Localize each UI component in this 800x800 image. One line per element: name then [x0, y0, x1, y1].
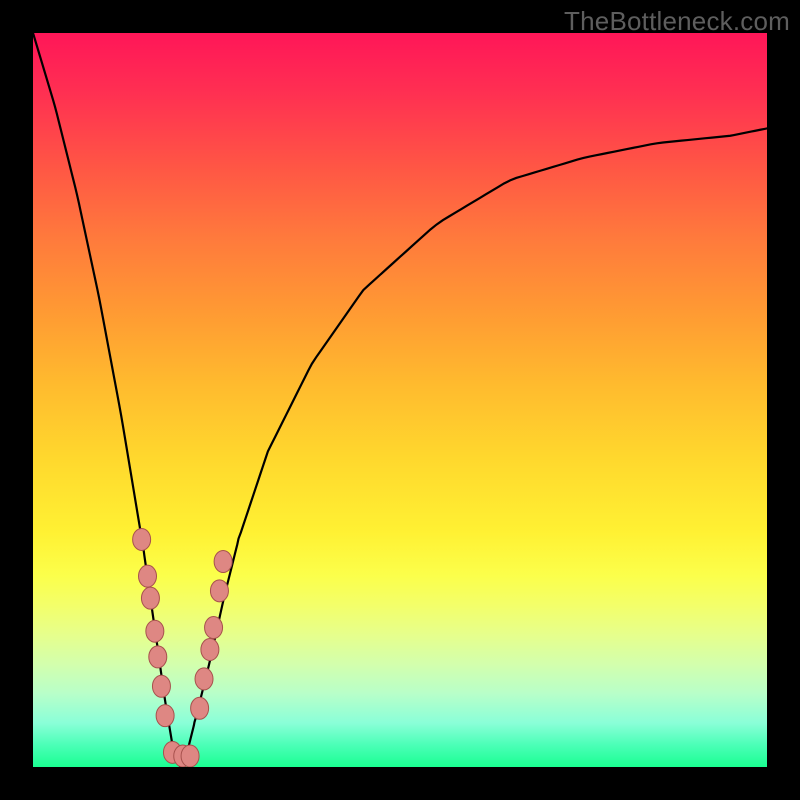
- data-marker: [210, 580, 228, 602]
- outer-frame: TheBottleneck.com: [0, 0, 800, 800]
- plot-area: [33, 33, 767, 767]
- data-marker: [156, 705, 174, 727]
- data-marker: [146, 620, 164, 642]
- data-marker: [205, 617, 223, 639]
- data-marker: [214, 550, 232, 572]
- data-marker: [152, 675, 170, 697]
- chart-svg: [33, 33, 767, 767]
- data-marker: [181, 745, 199, 767]
- data-marker: [149, 646, 167, 668]
- data-marker: [133, 528, 151, 550]
- data-marker: [139, 565, 157, 587]
- bottleneck-curve: [33, 33, 767, 766]
- data-marker: [141, 587, 159, 609]
- marker-group: [133, 528, 232, 767]
- data-marker: [195, 668, 213, 690]
- data-marker: [201, 639, 219, 661]
- watermark-text: TheBottleneck.com: [564, 6, 790, 37]
- data-marker: [191, 697, 209, 719]
